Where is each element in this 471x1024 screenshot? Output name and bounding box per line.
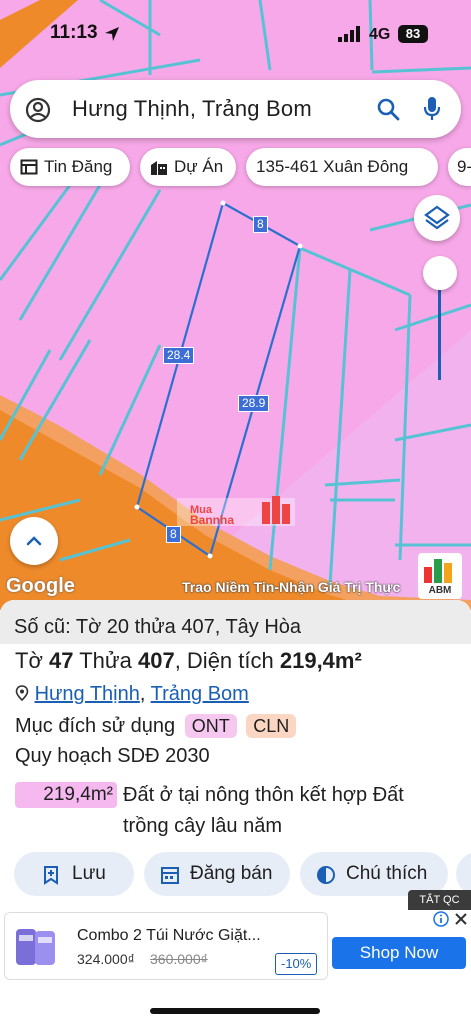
land-use-badge-cln: CLN (246, 714, 297, 738)
location-link-commune[interactable]: Hưng Thịnh (35, 683, 140, 705)
plan-label: Quy hoạch SDĐ 2030 (15, 745, 210, 767)
land-use-label: Mục đích sử dụng (15, 715, 176, 737)
battery-indicator: 83 (398, 25, 428, 43)
chip-label: Tin Đăng (44, 157, 113, 176)
network-type: 4G (369, 26, 391, 43)
layers-icon (424, 205, 450, 230)
chip-du-an[interactable]: Dự Án (140, 148, 236, 186)
news-icon (20, 159, 38, 175)
land-use-badge-ont: ONT (184, 714, 237, 738)
parcel-location: Hưng Thịnh, Trảng Bom (15, 683, 249, 706)
location-link-district[interactable]: Trảng Bom (151, 683, 249, 705)
ad-title: Combo 2 Túi Nước Giặt... (77, 927, 261, 944)
plan-description-line2: trồng cây lâu năm (123, 815, 282, 837)
chip-label: Dự Án (174, 157, 224, 176)
calendar-icon (161, 867, 179, 884)
ad-close-icon[interactable] (454, 912, 468, 926)
post-for-sale-label: Đăng bán (190, 863, 273, 884)
ad-price: 324.000₫ (77, 951, 135, 967)
contrast-icon (317, 866, 335, 884)
plot-number: 407 (137, 648, 175, 673)
parcel-title: Tờ 47 Thửa 407, Diện tích 219,4m² (15, 648, 362, 674)
parcel-info-panel: Số cũ: Tờ 20 thửa 407, Tây Hòa Tờ 47 Thử… (0, 600, 471, 905)
edge-label-right: 28.9 (238, 395, 270, 412)
building-icon (151, 161, 167, 175)
chip-address[interactable]: 135-461 Xuân Đông (246, 148, 438, 186)
old-parcel-number: Số cũ: Tờ 20 thửa 407, Tây Hòa (0, 600, 471, 644)
ad-old-price: 360.000₫ (150, 951, 208, 967)
watermark-bottom: Bannha (190, 513, 234, 527)
save-button-label: Lưu (72, 863, 106, 884)
chevron-up-icon (26, 536, 42, 546)
location-separator: , (139, 683, 146, 705)
ad-card[interactable]: Combo 2 Túi Nước Giặt... 324.000₫ 360.00… (4, 912, 328, 980)
expand-panel-button[interactable] (10, 517, 58, 565)
chip-label: 135-461 Xuân Đông (256, 157, 409, 176)
home-indicator[interactable] (150, 1008, 320, 1014)
product-image-icon (16, 929, 55, 965)
abm-label: ABM (428, 585, 452, 596)
signal-icon (338, 26, 360, 42)
plan-area-badge: 219,4m² (15, 782, 117, 808)
plan-description-line1: Đất ở tại nông thôn kết hợp Đất (123, 784, 404, 806)
layers-button[interactable] (414, 195, 460, 241)
parcel-area: 219,4m² (279, 648, 362, 673)
microphone-icon[interactable] (422, 95, 442, 123)
ad-info-icon[interactable] (433, 911, 449, 927)
watermark-slogan: Trao Niềm Tin-Nhận Giá Trị Thực (182, 579, 401, 595)
ad-discount-badge: -10% (275, 953, 318, 975)
shop-now-button[interactable]: Shop Now (332, 937, 466, 969)
save-button[interactable]: Lưu (14, 852, 134, 896)
edge-label-bottom: 8 (166, 526, 181, 543)
abm-logo-icon (424, 559, 452, 583)
chip-tin-dang[interactable]: Tin Đăng (10, 148, 130, 186)
bookmark-add-icon (44, 866, 58, 885)
status-time: 11:13 (50, 22, 98, 43)
chip-label: 9- (457, 157, 471, 176)
post-for-sale-button[interactable]: Đăng bán (144, 852, 290, 896)
opacity-slider-handle[interactable] (423, 256, 457, 290)
abm-logo: ABM (418, 553, 462, 599)
sheet-word: Tờ (15, 648, 43, 673)
search-input[interactable]: Hưng Thịnh, Trảng Bom (72, 96, 312, 122)
land-use-row: Mục đích sử dụng ONT CLN (15, 714, 297, 738)
sheet-number: 47 (49, 648, 74, 673)
edge-label-left: 28.4 (163, 347, 195, 364)
location-arrow-icon (105, 27, 119, 41)
close-ad-button[interactable]: TẮT QC (408, 890, 471, 910)
search-bar[interactable]: Hưng Thịnh, Trảng Bom (10, 80, 461, 138)
location-pin-icon (15, 685, 29, 702)
google-logo: Google (6, 575, 75, 597)
search-icon[interactable] (376, 97, 400, 121)
edge-label-top: 8 (253, 216, 268, 233)
account-icon[interactable] (24, 96, 52, 124)
plot-word: Thửa (79, 648, 132, 673)
area-word: , Diện tích (174, 648, 274, 673)
